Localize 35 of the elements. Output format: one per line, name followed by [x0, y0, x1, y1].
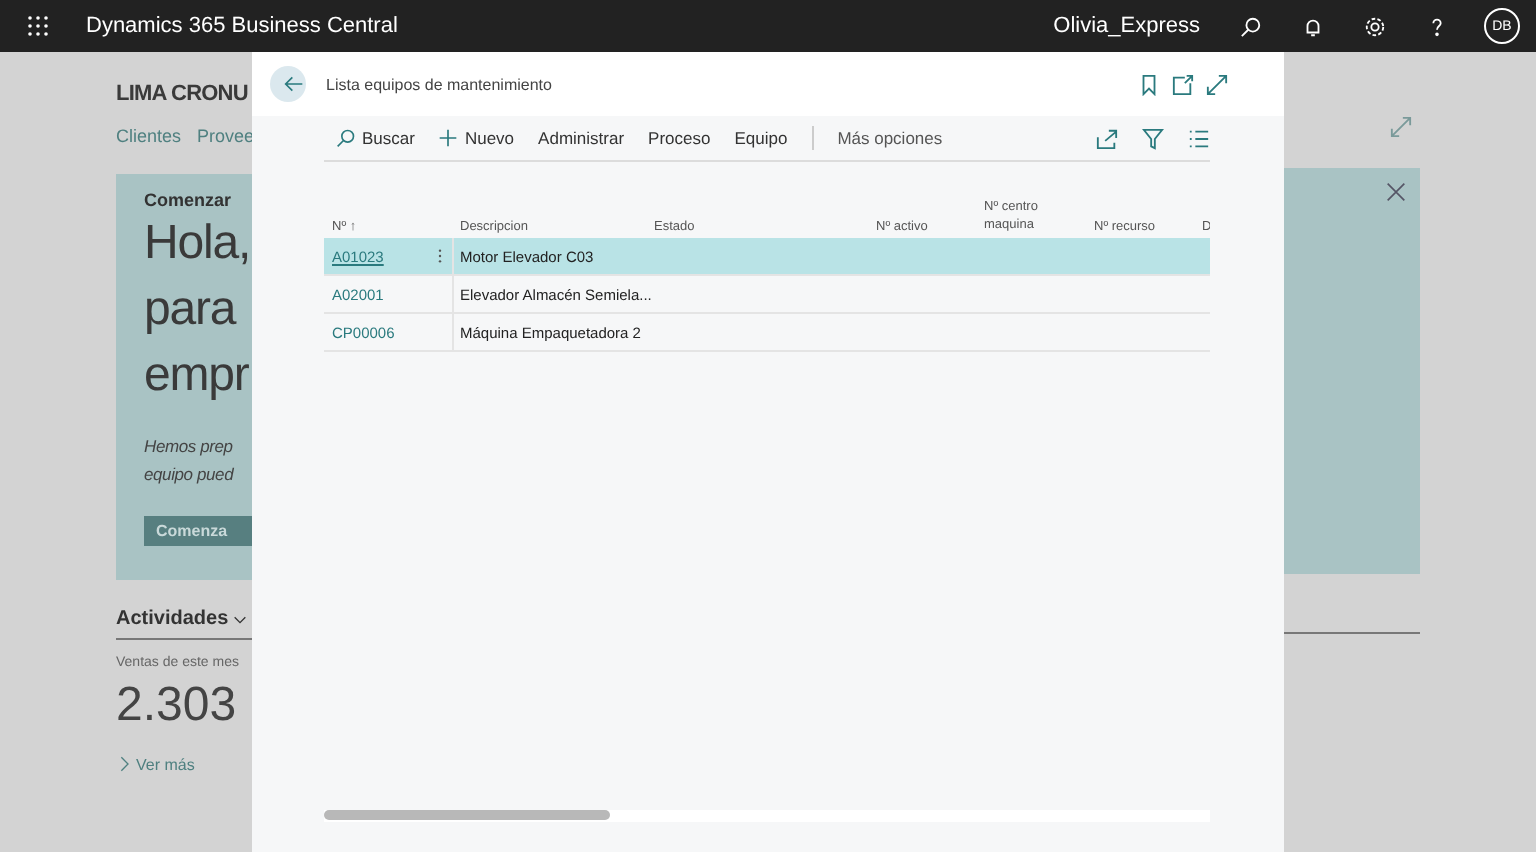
- welcome-text: equipo pued: [144, 462, 234, 488]
- welcome-heading: Hola,: [144, 214, 251, 274]
- metric-value: 2.303: [116, 678, 239, 734]
- share-icon[interactable]: [1096, 127, 1118, 149]
- settings-icon[interactable]: [1364, 15, 1386, 37]
- list-icon[interactable]: [1188, 127, 1210, 149]
- more-options-button[interactable]: Más opciones: [837, 128, 1072, 148]
- welcome-text: Hemos prep: [144, 434, 233, 460]
- close-icon[interactable]: [1386, 182, 1406, 202]
- search-icon[interactable]: [1240, 15, 1262, 37]
- back-button[interactable]: [270, 66, 306, 102]
- toolbar-action[interactable]: Equipo: [734, 128, 788, 148]
- toolbar-action[interactable]: Buscar: [336, 128, 415, 148]
- bookmark-icon[interactable]: [1138, 73, 1160, 95]
- dialog-title: Lista equipos de mantenimiento: [326, 75, 554, 93]
- plus-icon[interactable]: [438, 128, 459, 148]
- company-name[interactable]: Olivia_Express: [1053, 14, 1200, 38]
- toolbar-action[interactable]: Nuevo: [438, 128, 515, 148]
- app-launcher-icon[interactable]: [26, 14, 50, 38]
- popout-icon[interactable]: [1172, 73, 1194, 95]
- back-arrow-icon[interactable]: [284, 74, 304, 94]
- scrollbar-thumb[interactable]: [324, 810, 610, 820]
- bell-icon[interactable]: [1302, 15, 1324, 37]
- toolbar-action[interactable]: Administrar: [538, 128, 625, 148]
- app-title: Dynamics 365 Business Central: [86, 14, 400, 38]
- filter-icon[interactable]: [1142, 127, 1164, 149]
- chevron-down-icon[interactable]: [232, 611, 249, 627]
- chevron-right-icon[interactable]: [116, 754, 132, 774]
- card-label: Comenzar: [144, 190, 234, 210]
- welcome-heading: para: [144, 280, 236, 340]
- toolbar-action[interactable]: Proceso: [648, 128, 711, 148]
- company-title: LIMA CRONU: [116, 82, 248, 110]
- section-title[interactable]: Actividades: [116, 608, 229, 630]
- expand-icon[interactable]: [1206, 73, 1228, 95]
- welcome-heading: empr: [144, 346, 249, 406]
